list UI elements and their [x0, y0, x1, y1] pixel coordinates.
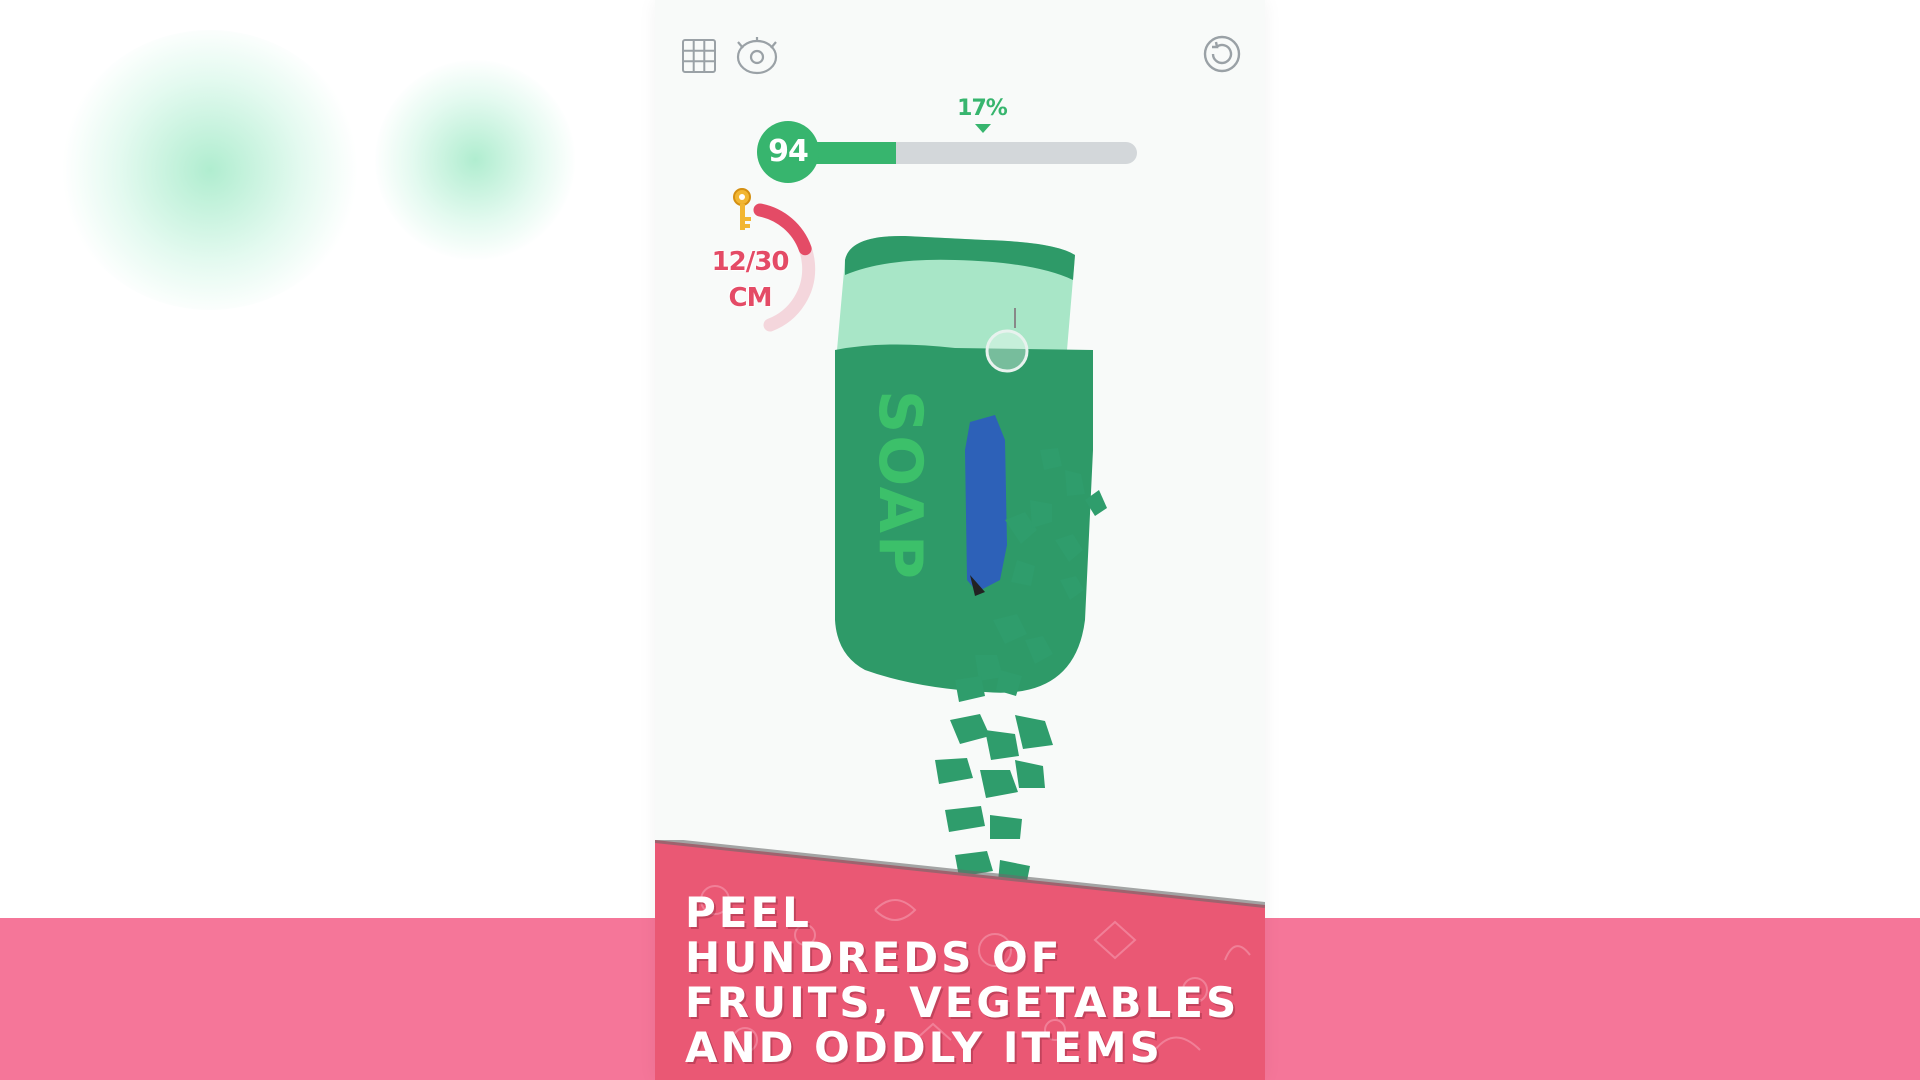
- promo-banner-text: PEEL HUNDREDS OF FRUITS, VEGETABLES AND …: [685, 890, 1265, 1070]
- level-progress: 94 17%: [757, 96, 1152, 186]
- background-glow-right: [375, 60, 575, 260]
- soap-label: SOAP: [865, 390, 935, 581]
- progress-percent-label: 17%: [957, 96, 1008, 121]
- promo-line-3: FRUITS, VEGETABLES: [685, 978, 1240, 1027]
- grid-icon[interactable]: [681, 38, 717, 74]
- level-progress-bar: [802, 142, 1137, 164]
- promo-line-4: AND ODDLY ITEMS: [685, 1023, 1163, 1072]
- peeler-cursor: [985, 329, 1029, 373]
- promo-line-2: HUNDREDS OF: [685, 933, 1063, 982]
- progress-marker-arrow: [975, 124, 991, 133]
- soap-inner-blue: [965, 415, 1007, 592]
- background-glow-left: [60, 30, 360, 310]
- game-screen[interactable]: 94 17% 12/30 CM SOAP PEEL HUNDREDS OF FR…: [655, 0, 1265, 1080]
- level-number: 94: [757, 121, 819, 183]
- skin-settings-icon[interactable]: [735, 36, 779, 76]
- restart-icon[interactable]: [1202, 34, 1242, 74]
- promo-line-1: PEEL: [685, 888, 812, 937]
